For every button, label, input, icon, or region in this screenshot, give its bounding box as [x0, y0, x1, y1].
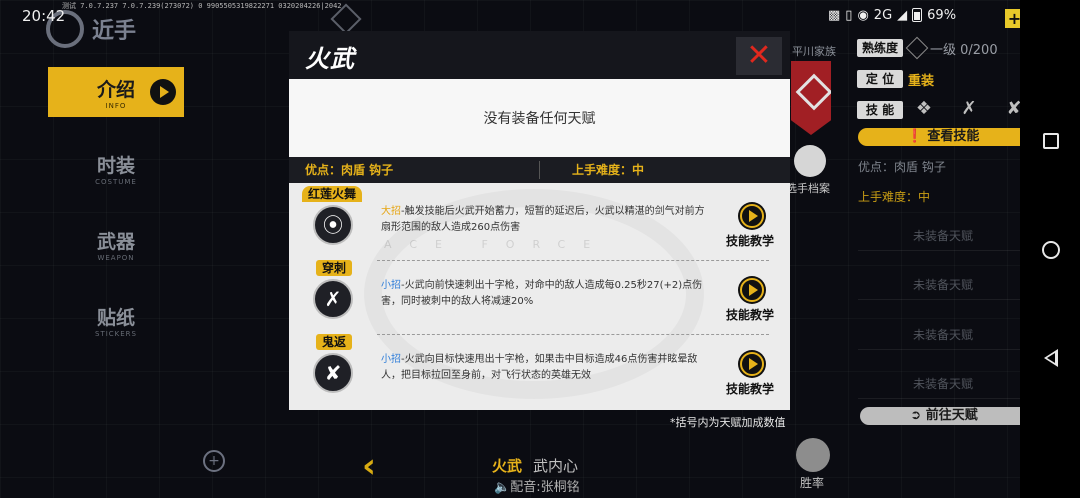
- skill-tutorial-button[interactable]: 技能教学: [726, 380, 774, 397]
- skill-tutorial-button[interactable]: 技能教学: [726, 232, 774, 249]
- no-talent-message: 没有装备任何天赋: [289, 79, 790, 159]
- previous-character-icon[interactable]: ‹: [362, 446, 376, 486]
- talent-slot[interactable]: 未装备天赋: [858, 221, 1020, 251]
- difficulty-text: 上手难度：中: [858, 190, 931, 204]
- faction-emblem-icon: [791, 61, 831, 135]
- skill-name-tag: 穿刺: [316, 260, 353, 276]
- play-video-icon[interactable]: [738, 350, 766, 378]
- status-time: 20:42: [22, 7, 66, 25]
- go-talent-label: 前往天赋: [925, 408, 978, 423]
- voice-actor-text: 配音:张桐铭: [510, 480, 580, 495]
- nav-sublabel: STICKERS: [95, 330, 137, 338]
- position-value: 重装: [908, 74, 935, 89]
- status-icons: ▩ ▯ ◉ 2G ◢ 69%: [828, 5, 956, 25]
- battery-icon: [912, 8, 923, 22]
- skills-tag: 技 能: [857, 101, 903, 119]
- hd-icon: ▩: [828, 7, 841, 23]
- winrate-label: 胜率: [800, 476, 825, 490]
- close-icon: ✕: [746, 38, 772, 73]
- debug-text: 测试 7.0.7.237 7.0.7.239(273072) 0 9905505…: [62, 2, 342, 10]
- close-button[interactable]: ✕: [736, 37, 782, 75]
- play-video-icon[interactable]: [738, 202, 766, 230]
- voice-actor: 🔈配音:张桐铭: [494, 480, 580, 495]
- skill-row: 穿刺 ✗ 小招-火武向前快速刺出十字枪，对命中的敌人造成每0.25秒27(+2)…: [289, 260, 790, 335]
- character-name: 火武: [492, 457, 523, 475]
- skill-text: -触发技能后火武开始蓄力，短暂的延迟后，火武以精湛的剑气对前方扇形范围的敌人造成…: [381, 206, 705, 233]
- family-label: 平川家族: [792, 45, 836, 58]
- position-tag: 定 位: [857, 70, 903, 88]
- nav-label: 时装: [96, 155, 135, 177]
- status-bar: 20:42 测试 7.0.7.237 7.0.7.239(273072) 0 9…: [0, 0, 1020, 32]
- back-icon[interactable]: [1044, 349, 1058, 367]
- go-talent-button[interactable]: ➲ 前往天赋: [860, 407, 1020, 425]
- skill-text: -火武向目标快速甩出十字枪，如果击中目标造成46点伤害并眩晕敌人，把目标拉回至身…: [381, 354, 698, 381]
- ultimate-skill-icon: ⦿: [313, 205, 353, 245]
- skill-2-icon[interactable]: ✗: [955, 97, 983, 121]
- character-subtitle: 武内心: [533, 457, 579, 475]
- talent-slot[interactable]: 未装备天赋: [858, 369, 1020, 399]
- player-profile-label: 选手档案: [786, 182, 830, 195]
- battery-label: 69%: [927, 7, 957, 23]
- nav-label: 贴纸: [96, 307, 135, 329]
- advantage-text: 优点：肉盾 钩子: [858, 160, 946, 174]
- play-video-icon[interactable]: [738, 276, 766, 304]
- check-skill-button[interactable]: ❗ 查看技能: [858, 128, 1020, 146]
- skill-row: 红莲火舞 ⦿ 大招-触发技能后火武开始蓄力，短暂的延迟后，火武以精湛的剑气对前方…: [289, 186, 790, 261]
- skill-name-tag: 红莲火舞: [302, 186, 363, 202]
- hook-skill-icon: ✘: [313, 353, 353, 393]
- nav-item-costume[interactable]: 时装 COSTUME: [48, 143, 184, 193]
- proficiency-value: 一级 0/200: [930, 43, 998, 58]
- proficiency-tag: 熟练度: [857, 39, 903, 57]
- skill-description: 大招-触发技能后火武开始蓄力，短暂的延迟后，火武以精湛的剑气对前方扇形范围的敌人…: [381, 204, 711, 236]
- zoom-icon[interactable]: +: [203, 450, 225, 472]
- spear-skill-icon: ✗: [313, 279, 353, 319]
- dialog-header: 火武 ✕: [289, 31, 790, 79]
- difficulty-label: 上手难度：中: [572, 163, 645, 177]
- skill-dialog: 火武 ✕ 没有装备任何天赋 优点：肉盾 钩子 上手难度：中 ACE FORCE …: [289, 31, 790, 410]
- skill-kind: 小招: [381, 354, 401, 365]
- recents-icon[interactable]: [1043, 133, 1059, 149]
- skill-row: 鬼返 ✘ 小招-火武向目标快速甩出十字枪，如果击中目标造成46点伤害并眩晕敌人，…: [289, 334, 790, 406]
- advantage-label: 优点：肉盾 钩子: [305, 163, 394, 177]
- signal-icon: ◢: [897, 7, 908, 23]
- skill-tutorial-button[interactable]: 技能教学: [726, 306, 774, 323]
- nav-sublabel: WEAPON: [97, 254, 135, 262]
- dialog-title: 火武: [305, 45, 355, 73]
- skill-name-tag: 鬼返: [316, 334, 353, 350]
- nav-sublabel: COSTUME: [95, 178, 137, 186]
- vibrate-icon: ▯: [845, 7, 853, 23]
- skill-text: -火武向前快速刺出十字枪，对命中的敌人造成每0.25秒27(+2)点伤害，同时被…: [381, 280, 703, 307]
- skill-3-icon[interactable]: ✘: [1000, 97, 1020, 121]
- skill-description: 小招-火武向目标快速甩出十字枪，如果击中目标造成46点伤害并眩晕敌人，把目标拉回…: [381, 352, 711, 384]
- network-label: 2G: [873, 7, 893, 23]
- talent-slot[interactable]: 未装备天赋: [858, 320, 1020, 350]
- talent-footnote: *括号内为天赋加成数值: [670, 416, 786, 429]
- talent-slot[interactable]: 未装备天赋: [858, 270, 1020, 300]
- check-skill-label: 查看技能: [927, 129, 980, 144]
- nav-item-stickers[interactable]: 贴纸 STICKERS: [48, 295, 184, 345]
- nav-label: 武器: [96, 231, 135, 253]
- skill-kind: 大招: [381, 206, 401, 217]
- play-icon[interactable]: [150, 79, 176, 105]
- player-profile-icon[interactable]: [794, 145, 826, 177]
- nav-item-info[interactable]: 介绍 INFO: [48, 67, 184, 117]
- nav-item-weapon[interactable]: 武器 WEAPON: [48, 219, 184, 269]
- skill-kind: 小招: [381, 280, 401, 291]
- wifi-icon: ◉: [857, 7, 869, 23]
- home-icon[interactable]: [1042, 241, 1060, 259]
- skill-1-icon[interactable]: ❖: [910, 97, 938, 121]
- info-bar: 优点：肉盾 钩子 上手难度：中: [289, 157, 790, 183]
- skill-description: 小招-火武向前快速刺出十字枪，对命中的敌人造成每0.25秒27(+2)点伤害，同…: [381, 278, 711, 310]
- winrate-chart-icon[interactable]: [796, 438, 830, 472]
- divider: [539, 161, 540, 179]
